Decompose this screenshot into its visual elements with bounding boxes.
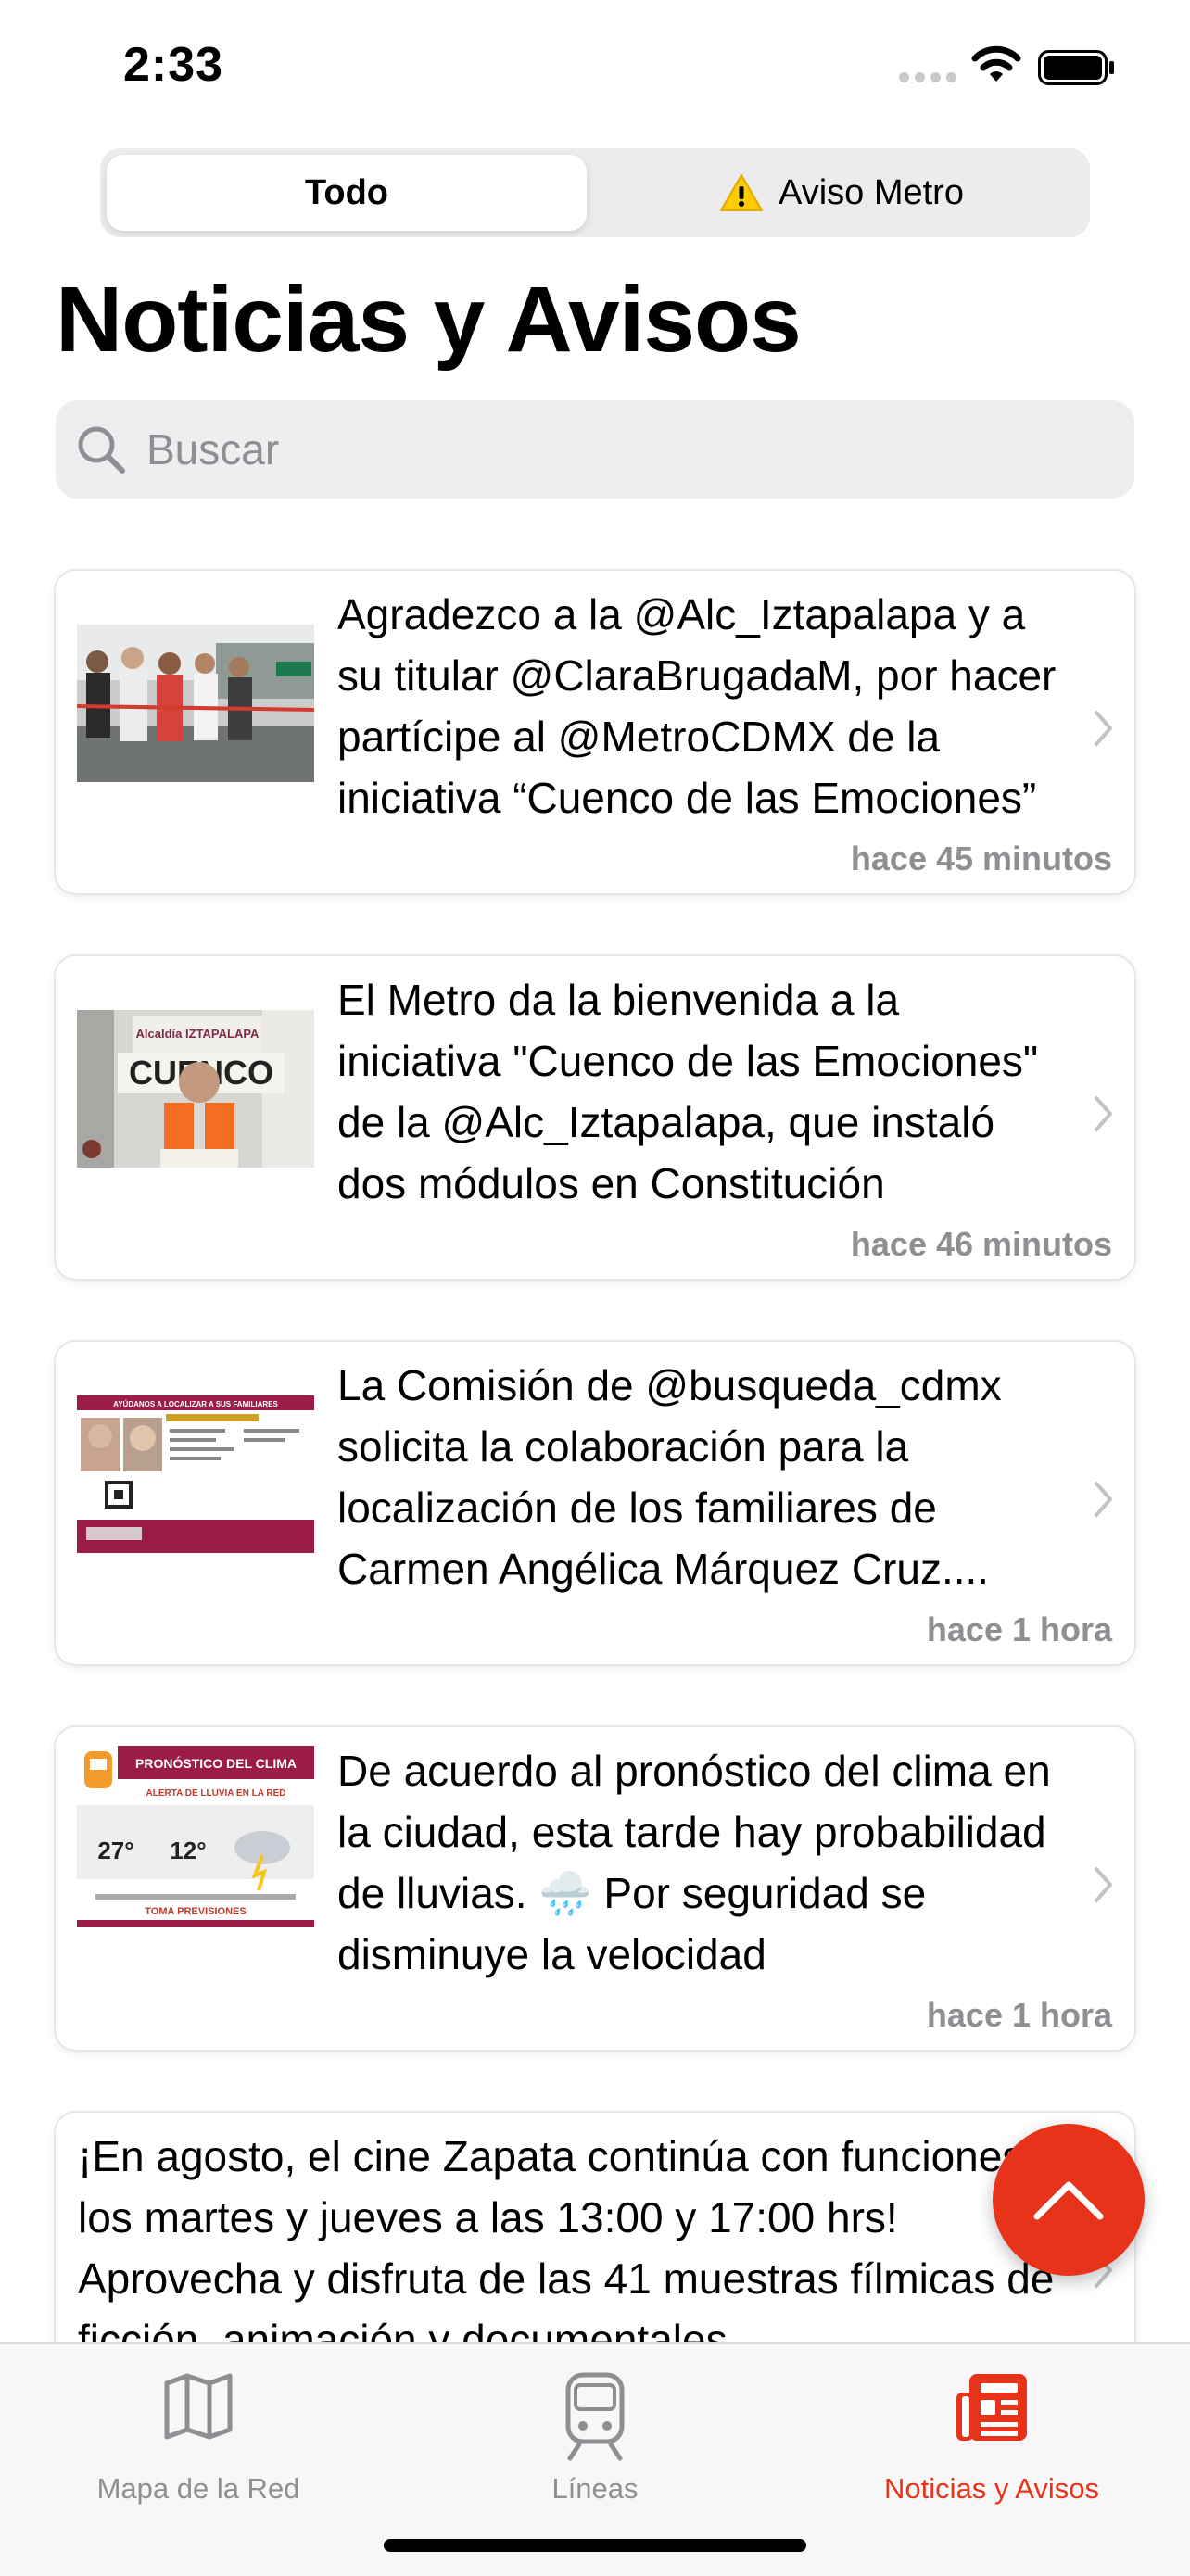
page-title: Noticias y Avisos [56, 268, 802, 372]
news-timestamp: hace 1 hora [926, 1996, 1112, 2034]
chevron-right-icon [1095, 1867, 1112, 1902]
news-timestamp: hace 45 minutos [850, 840, 1112, 878]
search-icon [78, 426, 125, 474]
thumb-weather-alert: ALERTA DE LLUVIA EN LA RED [146, 1788, 286, 1799]
home-indicator [384, 2539, 806, 2552]
thumb-weather-cta: TOMA PREVISIONES [145, 1906, 246, 1917]
news-icon [956, 2374, 1027, 2441]
news-card[interactable]: Alcaldía IZTAPALAPA CUENCO El Metro da l… [56, 956, 1134, 1279]
chevron-right-icon [1095, 711, 1112, 746]
map-icon [164, 2373, 233, 2440]
status-bar: 2:33 [0, 0, 1190, 139]
train-icon [565, 2372, 625, 2461]
thumb-weather-title: PRONÓSTICO DEL CLIMA [135, 1755, 297, 1771]
news-card[interactable]: Agradezco a la @Alc_Iztapalapa y a su ti… [56, 571, 1134, 893]
news-timestamp: hace 1 hora [926, 1610, 1112, 1648]
scroll-to-top-button[interactable] [993, 2124, 1145, 2276]
thumb-weather-high: 27° [97, 1837, 133, 1864]
tab-noticias-label: Noticias y Avisos [883, 2472, 1099, 2505]
battery-icon [1038, 50, 1114, 85]
search-bar[interactable] [56, 400, 1134, 499]
thumb-weather-low: 12° [170, 1837, 206, 1864]
segmented-control: Todo Aviso Metro [100, 148, 1090, 237]
news-text: La Comisión de @busqueda_cdmx solicita l… [337, 1361, 1002, 1593]
segment-aviso-metro-label: Aviso Metro [779, 172, 964, 212]
status-time: 2:33 [123, 38, 224, 92]
thumb-cuenco-sign: Alcaldía IZTAPALAPA [136, 1027, 260, 1041]
tab-noticias-y-avisos[interactable]: Noticias y Avisos [793, 2359, 1190, 2517]
news-thumbnail-missing-person: AYÚDANOS A LOCALIZAR A SUS FAMILIARES [77, 1395, 314, 1553]
chevron-right-icon [1095, 1096, 1112, 1131]
news-card[interactable]: PRONÓSTICO DEL CLIMA ALERTA DE LLUVIA EN… [56, 1727, 1134, 2050]
news-text: De acuerdo al pronóstico del clima en la… [337, 1747, 1051, 1978]
segment-todo[interactable]: Todo [107, 155, 587, 231]
search-input[interactable] [145, 423, 1075, 475]
news-timestamp: hace 46 minutos [850, 1225, 1112, 1263]
chevron-up-icon [1033, 2181, 1104, 2220]
news-thumbnail-cuenco: Alcaldía IZTAPALAPA CUENCO [77, 1010, 314, 1168]
news-card[interactable]: AYÚDANOS A LOCALIZAR A SUS FAMILIARES La… [56, 1342, 1134, 1664]
cellular-signal-icon [899, 72, 956, 82]
chevron-right-icon [1095, 1482, 1112, 1517]
tab-mapa-label: Mapa de la Red [96, 2472, 300, 2505]
segment-todo-label: Todo [304, 172, 389, 212]
news-text: ¡En agosto, el cine Zapata continúa con … [78, 2132, 1055, 2364]
news-text: El Metro da la bienvenida a la iniciativ… [337, 976, 1039, 1207]
tab-lineas[interactable]: Líneas [397, 2359, 793, 2517]
tab-mapa-de-la-red[interactable]: Mapa de la Red [0, 2359, 397, 2517]
news-text: Agradezco a la @Alc_Iztapalapa y a su ti… [337, 590, 1057, 822]
warning-icon [720, 174, 764, 211]
news-thumbnail-ribbon-cutting [77, 625, 314, 782]
tab-lineas-label: Líneas [551, 2472, 639, 2505]
wifi-icon [971, 45, 1021, 82]
news-thumbnail-weather: PRONÓSTICO DEL CLIMA ALERTA DE LLUVIA EN… [77, 1746, 314, 1927]
segment-aviso-metro[interactable]: Aviso Metro [601, 155, 1082, 231]
thumb-missing-header: AYÚDANOS A LOCALIZAR A SUS FAMILIARES [113, 1400, 278, 1408]
